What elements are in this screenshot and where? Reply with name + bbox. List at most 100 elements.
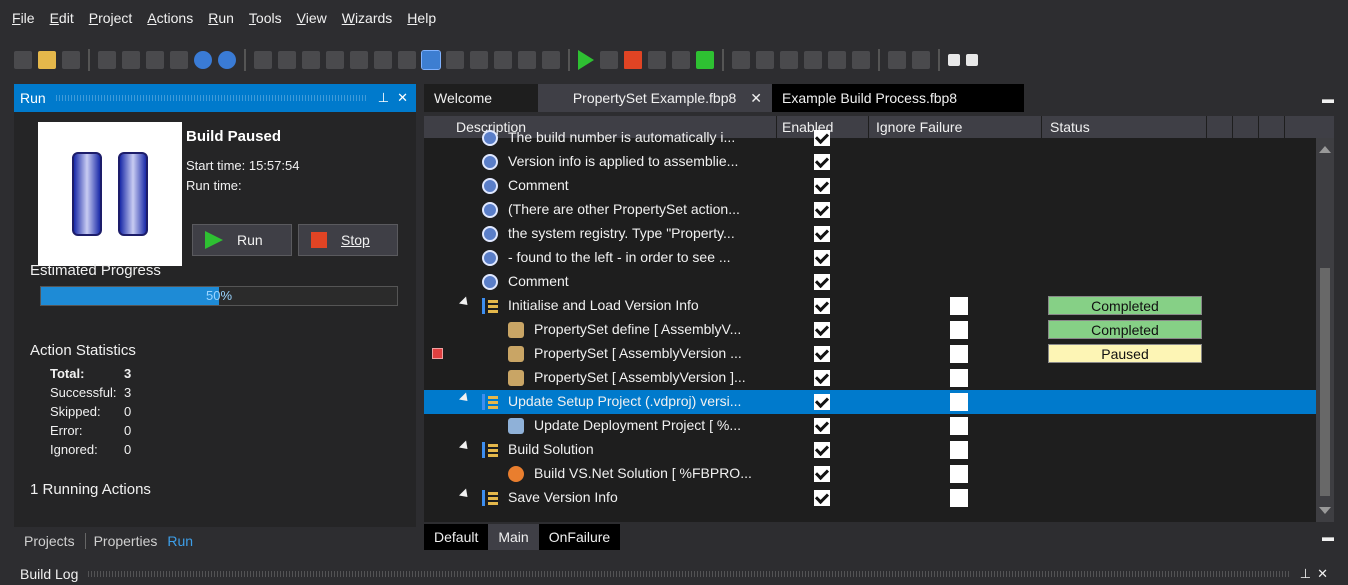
build-log-close-icon[interactable]: ✕ xyxy=(1317,566,1328,582)
move-left-icon[interactable] xyxy=(518,51,536,69)
run-button[interactable]: Run xyxy=(192,224,292,256)
table-row[interactable]: Update Setup Project (.vdproj) versi... xyxy=(424,390,1316,414)
build-log-pin-icon[interactable]: ⊥ xyxy=(1300,566,1311,582)
ignore-failure-checkbox[interactable] xyxy=(950,417,968,435)
table-row[interactable]: (There are other PropertySet action... xyxy=(424,198,1316,222)
collapse-arrow-icon[interactable] xyxy=(458,392,472,405)
new-file-icon[interactable] xyxy=(62,51,80,69)
sheet-list-icon[interactable]: ▬ xyxy=(1322,530,1334,544)
move-down-icon[interactable] xyxy=(494,51,512,69)
tab-list-icon[interactable]: ▬ xyxy=(1322,92,1334,106)
enabled-checkbox[interactable] xyxy=(814,418,830,434)
enabled-checkbox[interactable] xyxy=(814,322,830,338)
menu-edit[interactable]: Edit xyxy=(50,10,74,26)
help-icon[interactable] xyxy=(194,51,212,69)
tab-projects[interactable]: Projects xyxy=(24,533,75,549)
table-row[interactable]: Build VS.Net Solution [ %FBPRO... xyxy=(424,462,1316,486)
enabled-checkbox[interactable] xyxy=(814,490,830,506)
window-icon[interactable] xyxy=(122,51,140,69)
ignore-failure-checkbox[interactable] xyxy=(950,393,968,411)
expand-all-icon[interactable] xyxy=(948,54,960,66)
ignore-failure-checkbox[interactable] xyxy=(950,441,968,459)
dots-icon[interactable] xyxy=(756,51,774,69)
enabled-checkbox[interactable] xyxy=(814,250,830,266)
menu-run[interactable]: Run xyxy=(208,10,234,26)
tab-propertyset-example[interactable]: PropertySet Example.fbp8 ✕ xyxy=(538,84,772,112)
menu-wizards[interactable]: Wizards xyxy=(342,10,393,26)
table-row[interactable]: the system registry. Type "Property... xyxy=(424,222,1316,246)
delete-icon[interactable] xyxy=(446,51,464,69)
record-icon[interactable] xyxy=(648,51,666,69)
tab-properties[interactable]: Properties xyxy=(94,533,158,549)
panel-alt-icon[interactable] xyxy=(912,51,930,69)
breakpoint-icon[interactable] xyxy=(421,50,441,70)
new-project-icon[interactable] xyxy=(14,51,32,69)
enabled-checkbox[interactable] xyxy=(814,226,830,242)
find-icon[interactable] xyxy=(350,51,368,69)
enabled-checkbox[interactable] xyxy=(814,202,830,218)
step-over-icon[interactable] xyxy=(696,51,714,69)
properties-icon[interactable] xyxy=(170,51,188,69)
pin-icon[interactable]: ⊥ xyxy=(378,90,389,106)
cut-icon[interactable] xyxy=(254,51,272,69)
tab-run[interactable]: Run xyxy=(167,533,193,549)
collapse-arrow-icon[interactable] xyxy=(458,440,472,453)
table-row[interactable]: - found to the left - in order to see ..… xyxy=(424,246,1316,270)
run-icon[interactable] xyxy=(578,50,594,70)
scroll-down-icon[interactable] xyxy=(1319,507,1331,514)
menu-actions[interactable]: Actions xyxy=(147,10,193,26)
collapse-all-icon[interactable] xyxy=(966,54,978,66)
info-icon[interactable] xyxy=(218,51,236,69)
scroll-thumb[interactable] xyxy=(1320,268,1330,496)
close-icon[interactable]: ✕ xyxy=(397,90,408,106)
ignore-failure-checkbox[interactable] xyxy=(950,465,968,483)
options-icon[interactable] xyxy=(98,51,116,69)
enabled-checkbox[interactable] xyxy=(814,466,830,482)
menu-help[interactable]: Help xyxy=(407,10,436,26)
add-action-icon[interactable] xyxy=(146,51,164,69)
ignore-failure-checkbox[interactable] xyxy=(950,369,968,387)
table-row[interactable]: Build Solution xyxy=(424,438,1316,462)
enable-icon[interactable] xyxy=(374,51,392,69)
disable-icon[interactable] xyxy=(398,51,416,69)
tree-icon[interactable] xyxy=(804,51,822,69)
ignore-failure-checkbox[interactable] xyxy=(950,297,968,315)
enabled-checkbox[interactable] xyxy=(814,274,830,290)
table-row[interactable]: Update Deployment Project [ %... xyxy=(424,414,1316,438)
menu-tools[interactable]: Tools xyxy=(249,10,282,26)
tab-default[interactable]: Default xyxy=(424,524,489,550)
table-row[interactable]: The build number is automatically i... xyxy=(424,126,1316,150)
table-row[interactable]: Comment xyxy=(424,270,1316,294)
tab-onfailure[interactable]: OnFailure xyxy=(538,524,621,550)
tab-welcome[interactable]: Welcome xyxy=(424,84,538,112)
script-icon[interactable] xyxy=(852,51,870,69)
save-icon[interactable] xyxy=(38,51,56,69)
menu-view[interactable]: View xyxy=(297,10,327,26)
paste-icon[interactable] xyxy=(302,51,320,69)
enabled-checkbox[interactable] xyxy=(814,370,830,386)
vertical-scrollbar[interactable] xyxy=(1316,138,1334,522)
build-log-grip[interactable] xyxy=(88,571,1290,577)
collapse-arrow-icon[interactable] xyxy=(458,296,472,309)
move-right-icon[interactable] xyxy=(542,51,560,69)
table-row[interactable]: Save Version Info xyxy=(424,486,1316,510)
copy-icon[interactable] xyxy=(278,51,296,69)
menu-project[interactable]: Project xyxy=(89,10,133,26)
table-row[interactable]: PropertySet define [ AssemblyV... Complet… xyxy=(424,318,1316,342)
stop-button[interactable]: Stop xyxy=(298,224,398,256)
step-icon[interactable] xyxy=(672,51,690,69)
enabled-checkbox[interactable] xyxy=(814,346,830,362)
scroll-up-icon[interactable] xyxy=(1319,146,1331,153)
align-icon[interactable] xyxy=(732,51,750,69)
undo-icon[interactable] xyxy=(326,51,344,69)
enabled-checkbox[interactable] xyxy=(814,178,830,194)
title-grip[interactable] xyxy=(55,95,368,101)
vertical-dots-icon[interactable] xyxy=(780,51,798,69)
collapse-arrow-icon[interactable] xyxy=(458,488,472,501)
enabled-checkbox[interactable] xyxy=(814,442,830,458)
clipboard-icon[interactable] xyxy=(828,51,846,69)
close-tab-icon[interactable]: ✕ xyxy=(750,90,762,107)
enabled-checkbox[interactable] xyxy=(814,298,830,314)
move-up-icon[interactable] xyxy=(470,51,488,69)
breakpoint-flag-icon[interactable] xyxy=(432,348,443,359)
